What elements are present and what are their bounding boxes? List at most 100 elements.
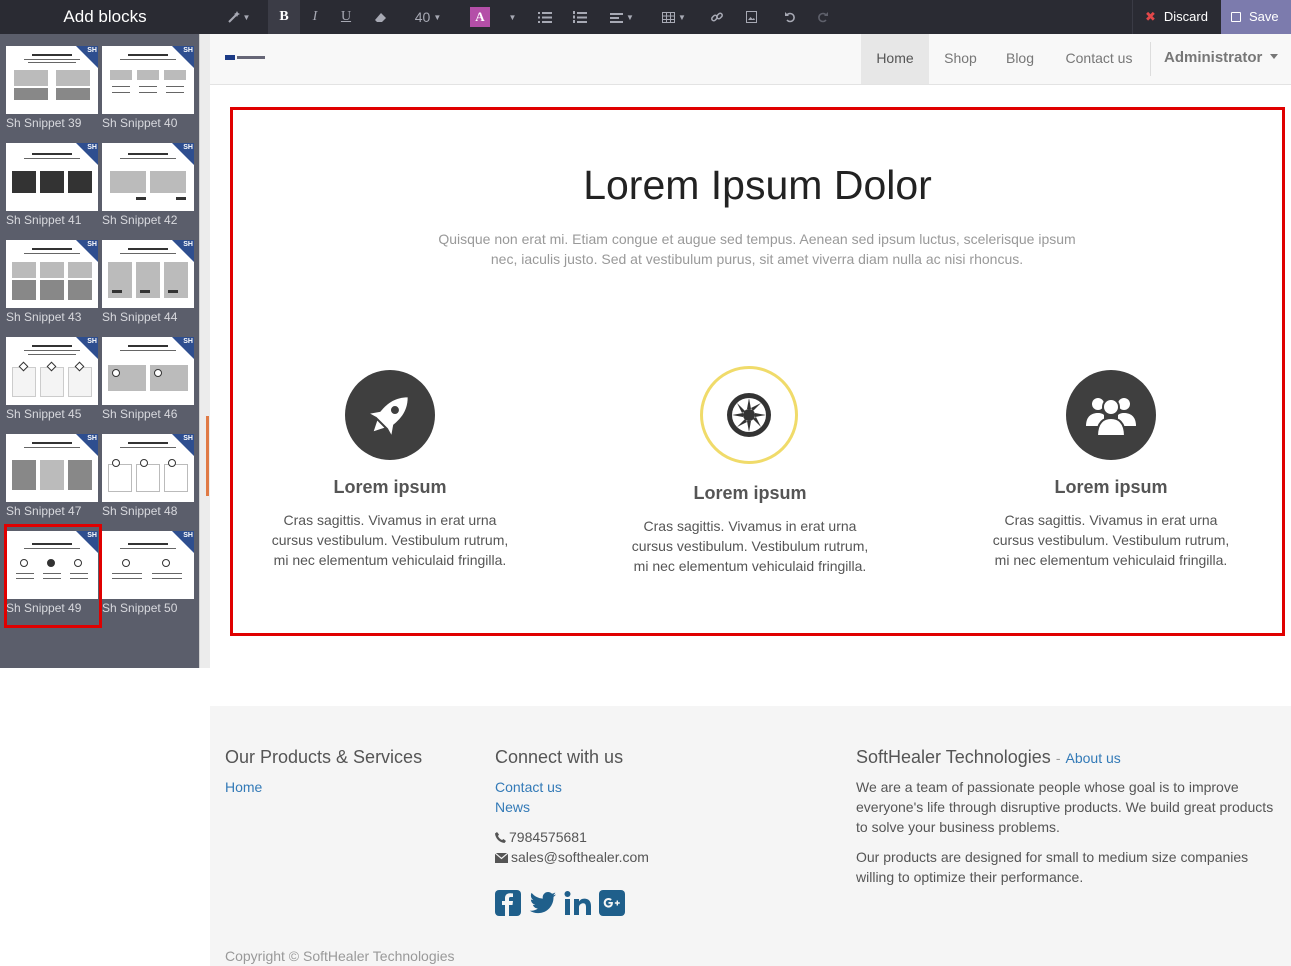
footer-copyright: Copyright © SoftHealer Technologies — [225, 948, 455, 964]
align-left-icon — [610, 13, 624, 23]
eraser-icon — [374, 13, 386, 22]
undo-icon — [785, 12, 795, 23]
bold-button[interactable]: B — [268, 0, 300, 34]
nav-item-home[interactable]: Home — [861, 34, 929, 84]
envelope-icon — [494, 852, 509, 863]
table-icon — [662, 12, 676, 23]
first-order-icon[interactable] — [700, 366, 798, 464]
image-button[interactable] — [738, 0, 764, 34]
floppy-icon — [1231, 12, 1241, 22]
font-color-button[interactable]: A — [470, 7, 490, 27]
footer-products-title: Our Products & Services — [225, 747, 423, 767]
footer-about-text-1: We are a team of passionate people whose… — [856, 779, 1274, 835]
underline-button[interactable]: U — [331, 0, 361, 34]
footer-link-about-us[interactable]: About us — [1066, 750, 1121, 766]
table-dropdown[interactable]: ▼ — [656, 0, 692, 34]
feature-title[interactable]: Lorem ipsum — [620, 483, 880, 504]
feature-text[interactable]: Cras sagittis. Vivamus in erat urna curs… — [270, 510, 510, 570]
font-size-value: 40 — [414, 9, 431, 25]
snippet-label: Sh Snippet 48 — [102, 504, 178, 518]
snippet-sh-42[interactable]: SH Sh Snippet 42 — [102, 143, 194, 229]
redo-icon — [818, 12, 828, 23]
section-description[interactable]: Quisque non erat mi. Etiam congue et aug… — [437, 229, 1077, 269]
footer-link-home[interactable]: Home — [225, 779, 262, 795]
editor-toolbar: ▼ B I U 40 ▼ A ▼ ▼ ▼ ✖ Discard Save — [210, 0, 1291, 34]
snippet-sh-48[interactable]: SH Sh Snippet 48 — [102, 434, 194, 520]
footer-connect-title: Connect with us — [495, 747, 624, 767]
feature-title[interactable]: Lorem ipsum — [260, 477, 520, 498]
snippet-sh-40[interactable]: SH Sh Snippet 40 — [102, 46, 194, 132]
footer-link-contact-us[interactable]: Contact us — [495, 779, 562, 795]
nav-item-blog[interactable]: Blog — [992, 34, 1048, 84]
company-logo[interactable] — [225, 55, 265, 60]
redo-button[interactable] — [810, 0, 836, 34]
align-dropdown[interactable]: ▼ — [603, 0, 641, 34]
snippet-sh-47[interactable]: SH Sh Snippet 47 — [6, 434, 98, 520]
snippets-sidebar: Add blocks SH Sh Snippet 39 SH Sh Snippe… — [0, 0, 210, 668]
snippet-sh-45[interactable]: SH Sh Snippet 45 — [6, 337, 98, 423]
snippet-label: Sh Snippet 45 — [6, 407, 82, 421]
save-button[interactable]: Save — [1221, 0, 1291, 34]
footer-link-news[interactable]: News — [495, 799, 530, 815]
facebook-icon[interactable] — [495, 890, 521, 921]
selected-snippet-outline — [4, 524, 102, 628]
unordered-list-button[interactable] — [530, 0, 560, 34]
snippet-label: Sh Snippet 47 — [6, 504, 82, 518]
caret-down-icon — [1270, 54, 1279, 59]
site-footer: Our Products & Services Home Connect wit… — [210, 706, 1291, 966]
nav-item-shop[interactable]: Shop — [929, 34, 992, 84]
twitter-icon[interactable] — [529, 890, 557, 921]
snippet-sh-43[interactable]: SH Sh Snippet 43 — [6, 240, 98, 326]
discard-button[interactable]: ✖ Discard — [1132, 0, 1221, 34]
ordered-list-button[interactable] — [565, 0, 595, 34]
section-title[interactable]: Lorem Ipsum Dolor — [233, 162, 1282, 209]
font-size-dropdown[interactable]: 40 ▼ — [408, 0, 448, 34]
link-button[interactable] — [704, 0, 730, 34]
linkedin-icon[interactable] — [564, 890, 592, 921]
sidebar-title: Add blocks — [0, 0, 210, 34]
phone-icon — [495, 832, 506, 843]
footer-phone: 7984575681 — [495, 827, 587, 847]
snippet-label: Sh Snippet 42 — [102, 213, 178, 227]
link-icon — [711, 12, 723, 22]
image-icon — [745, 11, 757, 23]
snippet-sh-39[interactable]: SH Sh Snippet 39 — [6, 46, 98, 132]
snippet-section[interactable]: Lorem Ipsum Dolor Quisque non erat mi. E… — [230, 107, 1285, 636]
snippet-label: Sh Snippet 46 — [102, 407, 178, 421]
snippet-sh-50[interactable]: SH Sh Snippet 50 — [102, 531, 194, 617]
nav-divider — [1150, 42, 1151, 76]
undo-button[interactable] — [777, 0, 803, 34]
eraser-button[interactable] — [365, 0, 395, 34]
scrollbar-thumb[interactable] — [206, 416, 209, 496]
snippet-label: Sh Snippet 44 — [102, 310, 178, 324]
close-icon: ✖ — [1145, 9, 1156, 24]
snippet-label: Sh Snippet 40 — [102, 116, 178, 130]
sidebar-scrollbar[interactable] — [199, 34, 210, 668]
feature-text[interactable]: Cras sagittis. Vivamus in erat urna curs… — [630, 516, 870, 576]
italic-button[interactable]: I — [300, 0, 330, 34]
list-ol-icon — [573, 11, 587, 23]
snippet-label: Sh Snippet 50 — [102, 601, 178, 615]
color-dropdown-caret[interactable]: ▼ — [502, 0, 520, 34]
google-plus-icon[interactable] — [599, 890, 625, 921]
nav-item-contact-us[interactable]: Contact us — [1048, 34, 1150, 84]
snippet-label: Sh Snippet 41 — [6, 213, 82, 227]
user-menu-dropdown[interactable]: Administrator — [1164, 34, 1279, 84]
magic-wand-icon — [227, 11, 240, 23]
title-separator: - — [1055, 750, 1061, 766]
snippet-sh-44[interactable]: SH Sh Snippet 44 — [102, 240, 194, 326]
footer-about-text-2: Our products are designed for small to m… — [856, 849, 1249, 885]
feature-text[interactable]: Cras sagittis. Vivamus in erat urna curs… — [991, 510, 1231, 570]
footer-email[interactable]: sales@softhealer.com — [494, 847, 649, 867]
magic-wand-button[interactable]: ▼ — [224, 0, 254, 34]
snippet-label: Sh Snippet 43 — [6, 310, 82, 324]
rocket-icon[interactable] — [345, 370, 435, 460]
snippet-sh-46[interactable]: SH Sh Snippet 46 — [102, 337, 194, 423]
users-icon[interactable] — [1066, 370, 1156, 460]
list-ul-icon — [538, 12, 552, 23]
snippet-label: Sh Snippet 39 — [6, 116, 82, 130]
site-navbar: Home Shop Blog Contact us Administrator — [210, 34, 1291, 85]
feature-title[interactable]: Lorem ipsum — [981, 477, 1241, 498]
footer-company-title: SoftHealer Technologies - About us — [856, 747, 1121, 767]
snippet-sh-41[interactable]: SH Sh Snippet 41 — [6, 143, 98, 229]
